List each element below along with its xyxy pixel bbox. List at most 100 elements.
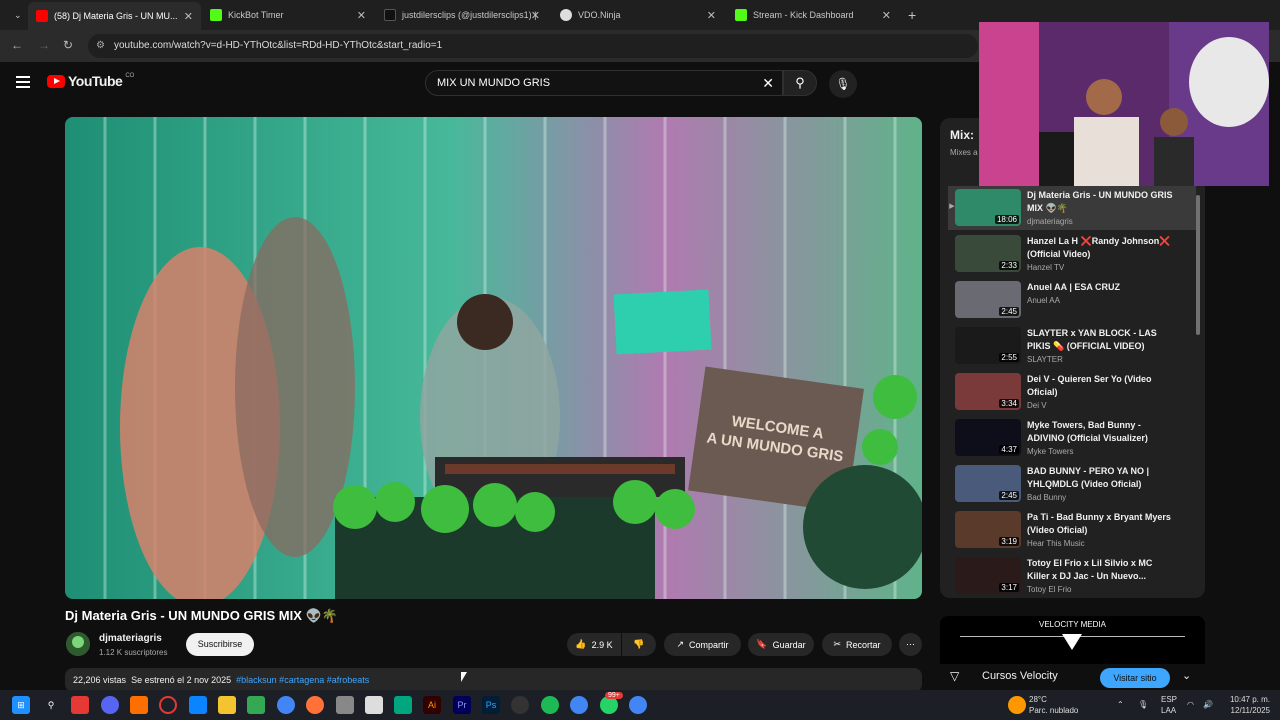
vdo-ninja-favicon-icon: [560, 9, 572, 21]
clip-button[interactable]: ✂ Recortar: [822, 633, 892, 656]
logo-text: YouTube: [68, 73, 123, 89]
spotify-icon[interactable]: [541, 696, 559, 714]
playlist-item[interactable]: 3:19 Pa Ti - Bad Bunny x Bryant Myers (V…: [948, 508, 1196, 552]
video-player[interactable]: WELCOME A A UN MUNDO GRIS: [65, 117, 922, 599]
item-channel: Bad Bunny: [1027, 493, 1067, 502]
clear-icon[interactable]: ✕: [762, 71, 774, 95]
bookmark-icon: 🔖: [756, 639, 768, 649]
tab-vdo-ninja[interactable]: VDO.Ninja ✕: [552, 4, 724, 26]
file-icon[interactable]: [365, 696, 383, 714]
mix-title: Mix:: [950, 128, 974, 142]
tiktok-favicon-icon: [384, 9, 396, 21]
reload-icon[interactable]: ↻: [63, 38, 73, 52]
search-button[interactable]: ⚲: [783, 70, 817, 96]
volume-icon[interactable]: 🔊: [1203, 699, 1213, 710]
chrome-icon[interactable]: [277, 696, 295, 714]
url-field[interactable]: ⚙ youtube.com/watch?v=d-HD-YThOtc&list=R…: [88, 34, 978, 58]
playlist-scrollbar[interactable]: [1196, 195, 1200, 335]
playlist-item[interactable]: 2:33 Hanzel La H ❌Randy Johnson❌ (Offici…: [948, 232, 1196, 276]
language-indicator[interactable]: ESP LAA: [1161, 694, 1177, 716]
dislike-button[interactable]: 👎: [622, 633, 656, 656]
playlist-item[interactable]: 2:45 Anuel AA | ESA CRUZ Anuel AA: [948, 278, 1196, 322]
country-code: CO: [125, 73, 135, 79]
search-input[interactable]: MIX UN MUNDO GRIS ✕: [425, 70, 783, 96]
subscribe-button[interactable]: Suscribirse: [186, 633, 254, 656]
channel-avatar[interactable]: [66, 632, 90, 656]
tab-list-button[interactable]: ⌄: [6, 4, 26, 26]
site-info-icon[interactable]: ⚙: [96, 34, 105, 58]
app-icon[interactable]: [336, 696, 354, 714]
description-box[interactable]: 22,206 vistas Se estrenó el 2 nov 2025 #…: [65, 668, 922, 692]
photoshop-icon[interactable]: Ps: [482, 696, 500, 714]
microphone-icon: 🎙: [835, 77, 851, 91]
share-button[interactable]: ↗ Compartir: [664, 633, 741, 656]
playlist-item[interactable]: 3:17 Totoy El Frio x Lil Silvio x MC Kil…: [948, 554, 1196, 598]
voice-search-button[interactable]: 🎙: [829, 70, 857, 98]
plus-icon: +: [908, 7, 917, 23]
weather-widget[interactable]: 28°C Parc. nublado: [1029, 694, 1078, 716]
clock[interactable]: 10:47 p. m. 12/11/2025: [1222, 694, 1270, 716]
close-icon[interactable]: ✕: [531, 9, 540, 22]
close-icon[interactable]: ✕: [184, 10, 193, 23]
duration: 2:45: [999, 307, 1019, 316]
obs-icon[interactable]: [511, 696, 529, 714]
tab-tiktok[interactable]: justdilersclips (@justdilersclips1) | ✕: [376, 4, 548, 26]
item-title: Dei V - Quieren Ser Yo (Video Oficial): [1027, 374, 1152, 397]
chevron-down-icon[interactable]: ⌄: [1182, 669, 1191, 682]
menu-icon[interactable]: [16, 76, 30, 88]
item-title: BAD BUNNY - PERO YA NO | YHLQMDLG (Video…: [1027, 466, 1150, 489]
view-count: 22,206 vistas: [73, 675, 127, 685]
hashtags[interactable]: #blacksun #cartagena #afrobeats: [236, 675, 369, 685]
windows-start-icon[interactable]: ⊞: [12, 696, 30, 714]
wifi-icon[interactable]: ◠: [1187, 699, 1194, 710]
tab-label: Stream - Kick Dashboard: [753, 10, 854, 20]
firefox-icon[interactable]: [306, 696, 324, 714]
illustrator-icon[interactable]: Ai: [423, 696, 441, 714]
store-icon[interactable]: [189, 696, 207, 714]
tab-label: (58) Dj Materia Gris - UN MU...: [54, 11, 178, 21]
chrome-icon[interactable]: [570, 696, 588, 714]
chevron-up-icon[interactable]: ⌃: [1117, 699, 1124, 710]
drive-icon[interactable]: [247, 696, 265, 714]
folder-icon[interactable]: [218, 696, 236, 714]
channel-name[interactable]: djmateriagris: [99, 633, 162, 644]
item-channel: Hear This Music: [1027, 539, 1085, 548]
ad-info-bar: ▽ Cursos Velocity Visitar sitio ⌄: [940, 664, 1205, 690]
playlist-item[interactable]: 3:34 Dei V - Quieren Ser Yo (Video Ofici…: [948, 370, 1196, 414]
like-button[interactable]: 👍 2.9 K: [567, 633, 621, 656]
playlist-item[interactable]: ▶ 18:06 Dj Materia Gris - UN MUNDO GRIS …: [948, 186, 1196, 230]
close-icon[interactable]: ✕: [357, 9, 366, 22]
microphone-icon[interactable]: 🎙: [1138, 699, 1148, 710]
webcam-overlay: [979, 22, 1269, 186]
tab-youtube[interactable]: (58) Dj Materia Gris - UN MU... ✕: [28, 2, 201, 30]
chrome-icon[interactable]: [629, 696, 647, 714]
app-icon[interactable]: [71, 696, 89, 714]
tab-kickbot[interactable]: KickBot Timer ✕: [202, 4, 374, 26]
search-icon[interactable]: ⚲: [42, 696, 60, 714]
forward-icon[interactable]: →: [38, 38, 50, 52]
duration: 3:34: [999, 399, 1019, 408]
item-channel: Myke Towers: [1027, 447, 1074, 456]
back-icon[interactable]: ←: [11, 38, 23, 52]
thumbnail: 2:33: [955, 235, 1021, 272]
close-icon[interactable]: ✕: [882, 9, 891, 22]
youtube-logo[interactable]: YouTube CO: [47, 73, 134, 89]
discord-icon[interactable]: [101, 696, 119, 714]
visit-site-button[interactable]: Visitar sitio: [1100, 668, 1170, 688]
playlist-item[interactable]: 2:45 BAD BUNNY - PERO YA NO | YHLQMDLG (…: [948, 462, 1196, 506]
more-actions-button[interactable]: ⋯: [899, 633, 922, 656]
thumbnail: 2:55: [955, 327, 1021, 364]
item-title: SLAYTER x YAN BLOCK - LAS PIKIS 💊 (OFFIC…: [1027, 328, 1157, 351]
app-icon[interactable]: [130, 696, 148, 714]
app-icon[interactable]: [159, 696, 177, 714]
premiere-icon[interactable]: Pr: [453, 696, 471, 714]
close-icon[interactable]: ✕: [707, 9, 716, 22]
playlist-item[interactable]: 4:37 Myke Towers, Bad Bunny - ADIVINO (O…: [948, 416, 1196, 460]
subscriber-count: 1.12 K suscriptores: [99, 648, 168, 657]
tab-kick-dashboard[interactable]: Stream - Kick Dashboard ✕: [727, 4, 899, 26]
new-tab-button[interactable]: +: [900, 4, 924, 26]
playlist-item[interactable]: 2:55 SLAYTER x YAN BLOCK - LAS PIKIS 💊 (…: [948, 324, 1196, 368]
save-button[interactable]: 🔖 Guardar: [748, 633, 814, 656]
chatgpt-icon[interactable]: [394, 696, 412, 714]
item-title: Dj Materia Gris - UN MUNDO GRIS MIX 👽🌴: [1027, 190, 1173, 213]
